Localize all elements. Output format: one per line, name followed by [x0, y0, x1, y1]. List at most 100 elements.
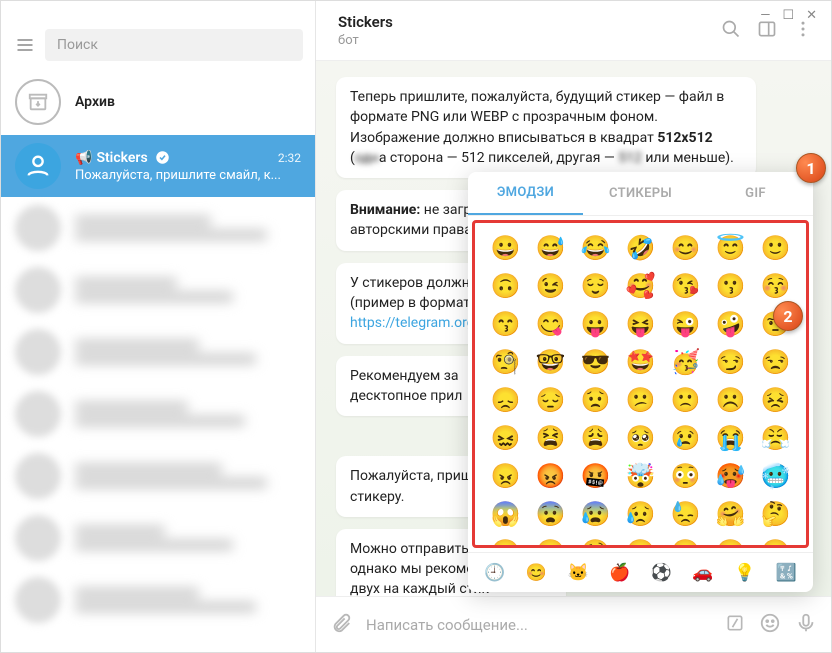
emoji-item[interactable]: 😕	[618, 381, 663, 419]
emoji-item[interactable]: 😡	[528, 457, 573, 495]
emoji-item[interactable]: 😙	[483, 305, 528, 343]
search-icon[interactable]	[721, 19, 741, 43]
emoji-item[interactable]: 😂	[573, 229, 618, 267]
emoji-item[interactable]: 🤭	[483, 533, 528, 548]
emoji-item[interactable]: 😗	[708, 267, 753, 305]
archive-icon	[15, 79, 61, 125]
tab-emoji[interactable]: ЭМОДЗИ	[468, 172, 583, 215]
emoji-item[interactable]: 🥺	[618, 419, 663, 457]
annotation-badge-2: 2	[773, 301, 803, 331]
emoji-item[interactable]: 😖	[483, 419, 528, 457]
emoji-item[interactable]: 😞	[483, 381, 528, 419]
emoji-item[interactable]: 😩	[573, 419, 618, 457]
emoji-item[interactable]: 😋	[528, 305, 573, 343]
chat-item[interactable]	[1, 259, 315, 321]
emoji-category[interactable]: 🐱	[567, 563, 588, 583]
chat-item[interactable]	[1, 383, 315, 445]
emoji-item[interactable]: 😳	[663, 457, 708, 495]
chat-item[interactable]	[1, 321, 315, 383]
emoji-item[interactable]: 😨	[528, 495, 573, 533]
tab-gif[interactable]: GIF	[698, 172, 813, 215]
compose-bar	[316, 596, 831, 652]
emoji-item[interactable]: 😘	[663, 267, 708, 305]
annotation-badge-1: 1	[796, 153, 826, 183]
emoji-item[interactable]: 🥳	[663, 343, 708, 381]
emoji-item[interactable]: 😛	[573, 305, 618, 343]
emoji-item[interactable]: 😉	[528, 267, 573, 305]
chat-item[interactable]	[1, 197, 315, 259]
chat-item-stickers[interactable]: 📢Stickers 2:32 Пожалуйста, пришлите смай…	[1, 135, 315, 197]
commands-icon[interactable]	[725, 613, 745, 637]
emoji-item[interactable]: 🤣	[618, 229, 663, 267]
emoji-item[interactable]: 😇	[708, 229, 753, 267]
emoji-item[interactable]: 😶	[618, 533, 663, 548]
emoji-item[interactable]: 🤗	[708, 495, 753, 533]
emoji-icon[interactable]	[759, 612, 781, 638]
chat-item[interactable]	[1, 507, 315, 569]
emoji-item[interactable]: 🥵	[708, 457, 753, 495]
emoji-item[interactable]: 😭	[708, 419, 753, 457]
emoji-category[interactable]: 🚗	[692, 563, 713, 583]
archive-label: Архив	[75, 94, 115, 110]
emoji-item[interactable]: 😫	[528, 419, 573, 457]
chat-item[interactable]	[1, 445, 315, 507]
emoji-item[interactable]: 😜	[663, 305, 708, 343]
emoji-item[interactable]: 😚	[753, 267, 798, 305]
emoji-category[interactable]: 🔣	[776, 563, 797, 583]
emoji-item[interactable]: 😎	[573, 343, 618, 381]
emoji-category[interactable]: 🕘	[484, 563, 505, 583]
emoji-item[interactable]: 🤥	[573, 533, 618, 548]
emoji-item[interactable]: 😓	[663, 495, 708, 533]
emoji-item[interactable]: 🤓	[528, 343, 573, 381]
emoji-item[interactable]: 😑	[708, 533, 753, 548]
window-minimize[interactable]: —	[760, 8, 770, 23]
emoji-item[interactable]: 🥰	[618, 267, 663, 305]
emoji-item[interactable]: 🥶	[753, 457, 798, 495]
emoji-item[interactable]: 😅	[528, 229, 573, 267]
emoji-category[interactable]: 🍎	[609, 563, 630, 583]
emoji-item[interactable]: 😔	[528, 381, 573, 419]
tab-stickers[interactable]: СТИКЕРЫ	[583, 172, 698, 215]
window-maximize[interactable]: ☐	[782, 8, 794, 23]
emoji-item[interactable]: 🤪	[708, 305, 753, 343]
emoji-item[interactable]: 😟	[573, 381, 618, 419]
voice-icon[interactable]	[795, 612, 817, 638]
emoji-item[interactable]: 🤯	[618, 457, 663, 495]
emoji-item[interactable]: 🤫	[528, 533, 573, 548]
emoji-category[interactable]: 😊	[526, 563, 547, 583]
search-input[interactable]: Поиск	[45, 29, 303, 61]
compose-input[interactable]	[366, 616, 711, 634]
attach-icon[interactable]	[330, 612, 352, 638]
emoji-item[interactable]: 🙃	[483, 267, 528, 305]
emoji-item[interactable]: 😬	[753, 533, 798, 548]
emoji-item[interactable]: 😥	[618, 495, 663, 533]
emoji-item[interactable]: 😌	[573, 267, 618, 305]
emoji-item[interactable]: ☹️	[708, 381, 753, 419]
emoji-item[interactable]: 🙂	[753, 229, 798, 267]
emoji-category[interactable]: 💡	[734, 563, 755, 583]
chat-time: 2:32	[278, 151, 301, 165]
emoji-item[interactable]: 🤩	[618, 343, 663, 381]
emoji-item[interactable]: 😊	[663, 229, 708, 267]
emoji-item[interactable]: 😀	[483, 229, 528, 267]
emoji-item[interactable]: 😏	[708, 343, 753, 381]
emoji-item[interactable]: 😰	[573, 495, 618, 533]
emoji-item[interactable]: 🙁	[663, 381, 708, 419]
emoji-item[interactable]: 😤	[753, 419, 798, 457]
emoji-item[interactable]: 🧐	[483, 343, 528, 381]
emoji-category[interactable]: ⚽	[651, 563, 672, 583]
emoji-item[interactable]: 😠	[483, 457, 528, 495]
emoji-item[interactable]: 😣	[753, 381, 798, 419]
emoji-item[interactable]: 😢	[663, 419, 708, 457]
chat-item[interactable]	[1, 569, 315, 631]
window-close[interactable]: ✕	[806, 8, 817, 23]
emoji-tabs: ЭМОДЗИ СТИКЕРЫ GIF	[468, 172, 813, 216]
archive-row[interactable]: Архив	[1, 69, 315, 135]
emoji-item[interactable]: 😱	[483, 495, 528, 533]
emoji-item[interactable]: 🤬	[573, 457, 618, 495]
emoji-item[interactable]: 😝	[618, 305, 663, 343]
emoji-item[interactable]: 😐	[663, 533, 708, 548]
emoji-item[interactable]: 😒	[753, 343, 798, 381]
emoji-item[interactable]: 🤔	[753, 495, 798, 533]
menu-button[interactable]	[15, 35, 35, 55]
